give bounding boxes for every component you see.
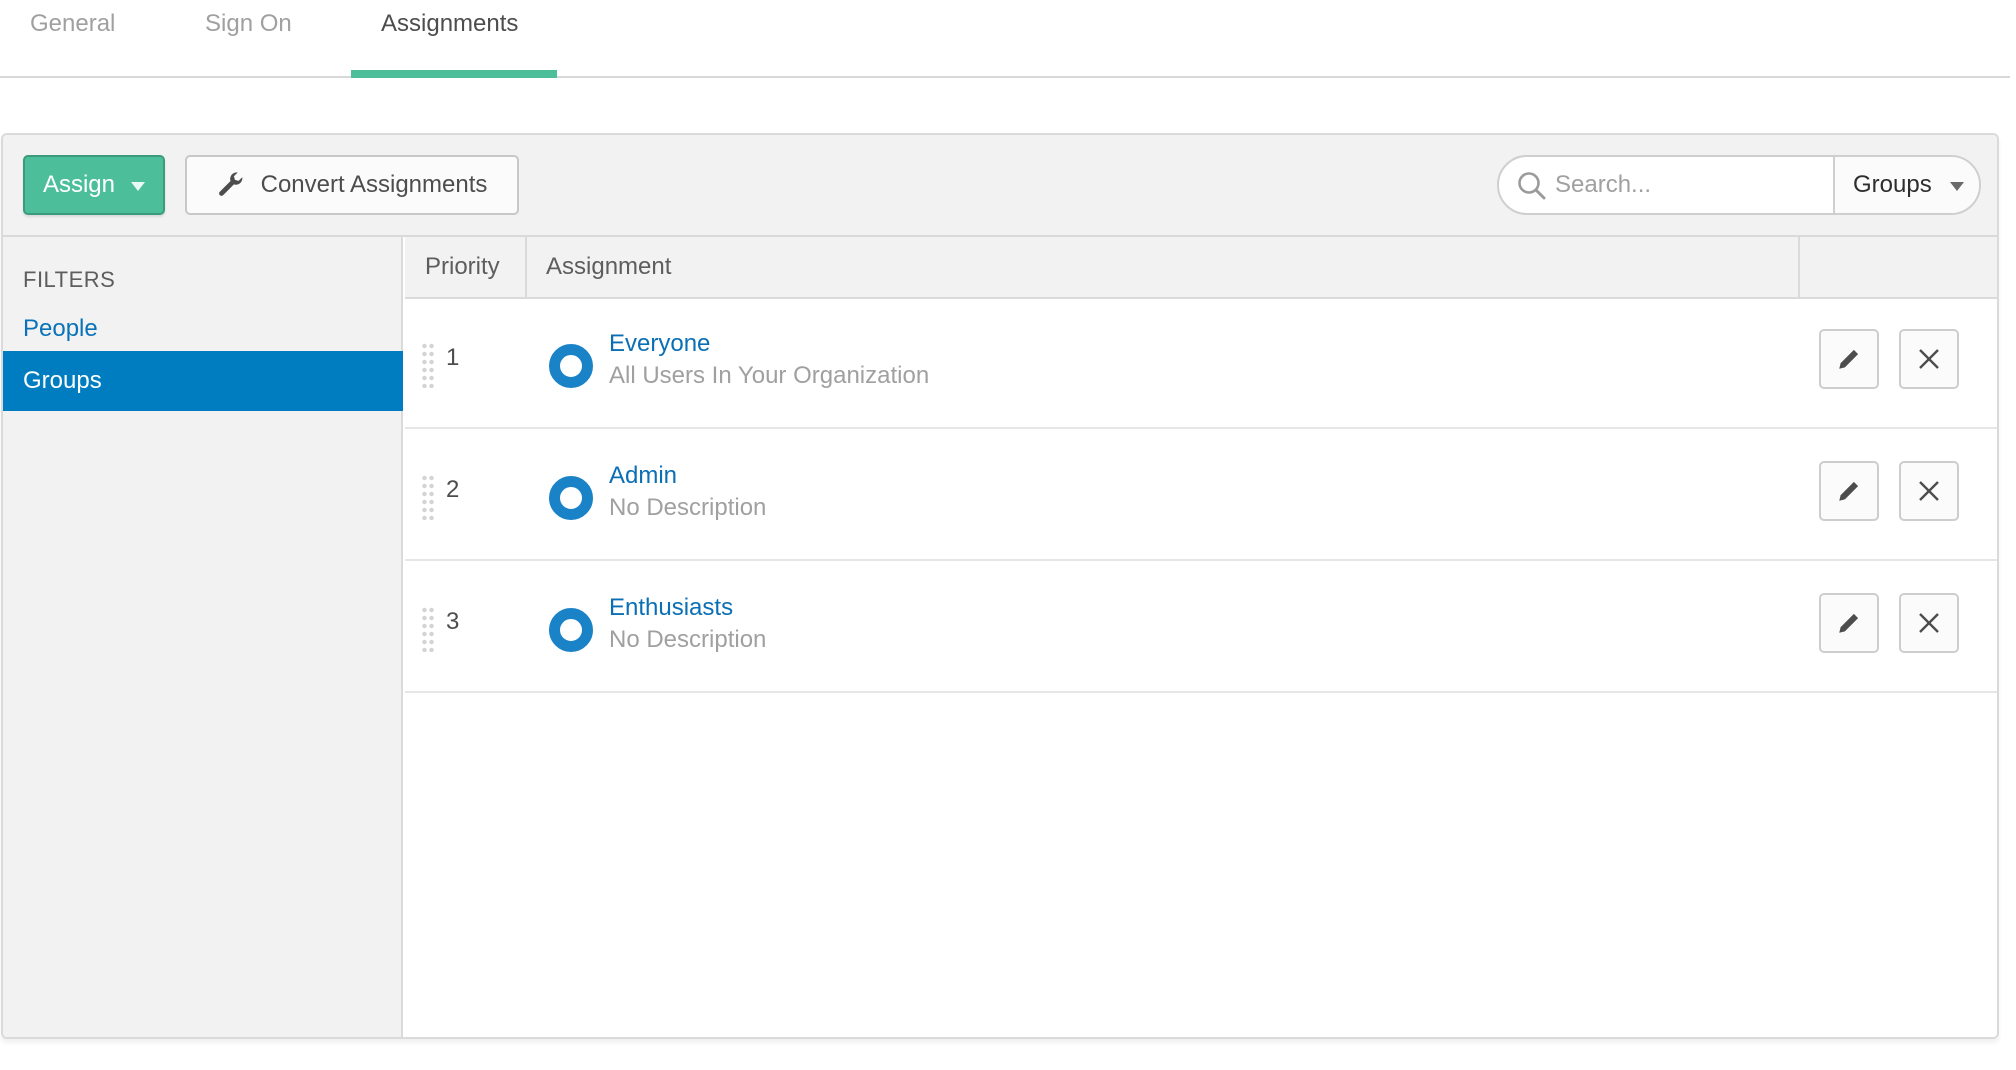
edit-button[interactable] (1819, 593, 1879, 653)
drag-handle-icon[interactable] (421, 474, 435, 520)
table-row: 3 Enthusiasts No Description (405, 563, 1997, 693)
assignment-description: No Description (609, 494, 767, 521)
filters-title: FILTERS (23, 267, 116, 292)
wrench-icon (218, 172, 242, 196)
caret-down-icon (131, 182, 146, 191)
remove-button[interactable] (1899, 593, 1959, 653)
assignment-description: All Users In Your Organization (609, 362, 930, 389)
filter-groups[interactable]: Groups (3, 351, 403, 411)
convert-assignments-button[interactable]: Convert Assignments (185, 155, 519, 215)
close-icon (1919, 613, 1939, 633)
group-icon (549, 608, 593, 652)
remove-button[interactable] (1899, 461, 1959, 521)
assignments-table: Priority Assignment 1 Everyone All Users… (405, 237, 1997, 1037)
table-header: Priority Assignment (405, 237, 1997, 299)
priority-value: 3 (446, 608, 460, 635)
assign-button[interactable]: Assign (23, 155, 165, 215)
assignment-description: No Description (609, 626, 767, 653)
search-icon (1518, 172, 1546, 200)
priority-value: 2 (446, 476, 460, 503)
search-input[interactable] (1555, 157, 1825, 213)
convert-assignments-label: Convert Assignments (260, 171, 488, 198)
assignment-name-link[interactable]: Enthusiasts (609, 594, 733, 622)
tab-sign-on[interactable]: Sign On (205, 10, 292, 38)
group-icon (549, 344, 593, 388)
tab-general[interactable]: General (30, 10, 115, 38)
search-box: Groups (1497, 155, 1981, 215)
tab-bar: General Sign On Assignments (0, 0, 2010, 78)
drag-handle-icon[interactable] (421, 342, 435, 388)
column-header-assignment: Assignment (546, 253, 672, 280)
search-scope-dropdown[interactable]: Groups (1833, 157, 1979, 213)
edit-button[interactable] (1819, 461, 1879, 521)
drag-handle-icon[interactable] (421, 606, 435, 652)
assign-button-label: Assign (42, 171, 116, 198)
active-tab-indicator (351, 70, 557, 78)
toolbar: Assign Convert Assignments Groups (3, 135, 1997, 237)
assignment-name-link[interactable]: Everyone (609, 330, 710, 358)
edit-button[interactable] (1819, 329, 1879, 389)
priority-value: 1 (446, 344, 460, 371)
pencil-icon (1839, 349, 1859, 369)
table-row: 1 Everyone All Users In Your Organizatio… (405, 299, 1997, 429)
assignment-name-link[interactable]: Admin (609, 462, 677, 490)
caret-down-icon (1949, 181, 1964, 191)
close-icon (1919, 481, 1939, 501)
assignments-panel: Assign Convert Assignments Groups FILTER… (1, 133, 1999, 1039)
table-row: 2 Admin No Description (405, 431, 1997, 561)
search-scope-value: Groups (1853, 171, 1932, 198)
column-header-actions (1798, 237, 1997, 297)
tab-assignments[interactable]: Assignments (381, 10, 518, 38)
group-icon (549, 476, 593, 520)
filters-sidebar: FILTERS People Groups (3, 237, 403, 1037)
remove-button[interactable] (1899, 329, 1959, 389)
close-icon (1919, 349, 1939, 369)
pencil-icon (1839, 613, 1859, 633)
filter-people[interactable]: People (3, 299, 403, 359)
column-header-priority: Priority (405, 237, 527, 297)
pencil-icon (1839, 481, 1859, 501)
